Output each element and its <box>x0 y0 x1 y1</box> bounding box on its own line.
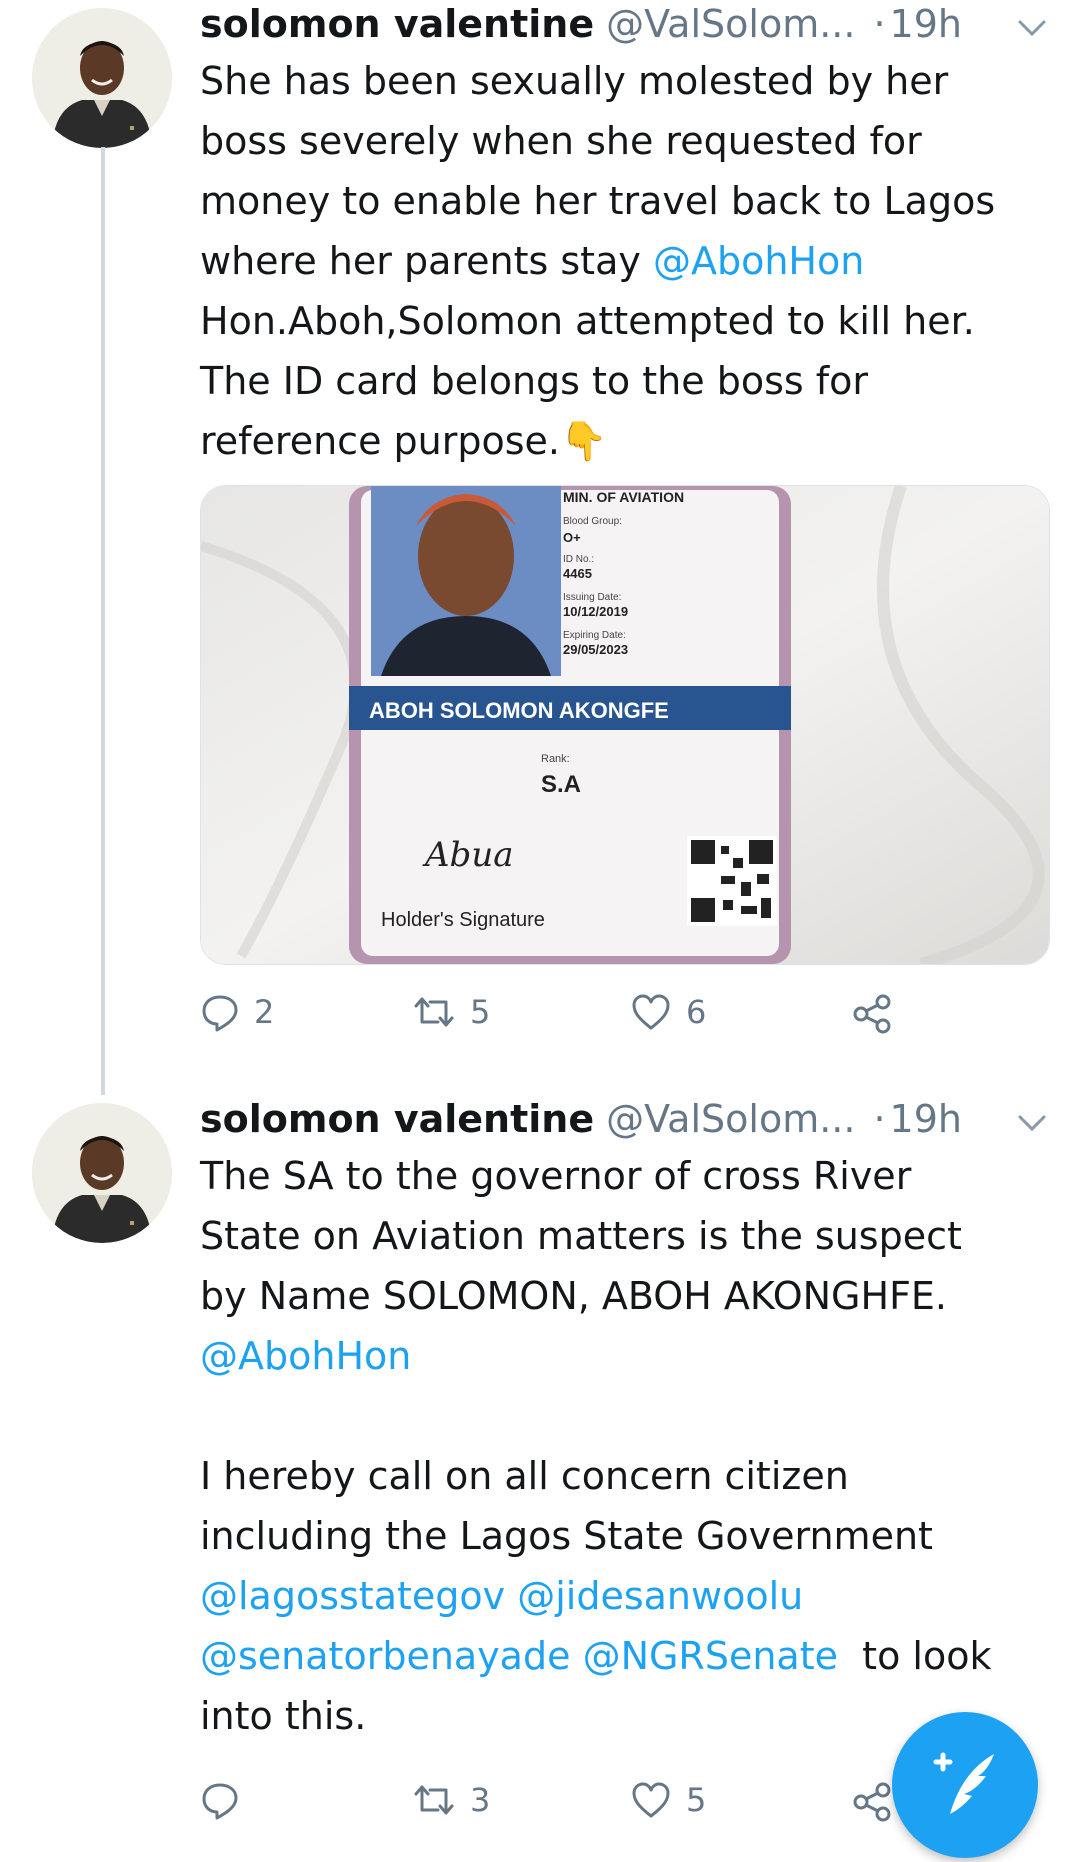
text-line: @senatorbenayade @NGRSenate to look <box>200 1626 1050 1686</box>
text-line: including the Lagos State Government <box>200 1514 933 1558</box>
chevron-down-icon[interactable] <box>1014 8 1050 38</box>
like-button[interactable]: 5 <box>630 1780 706 1820</box>
mention-link[interactable]: @jidesanwoolu <box>517 1574 803 1618</box>
id-card-blood-label: Blood Group: <box>563 516 622 527</box>
text-segment: where her parents stay <box>200 239 641 283</box>
pointing-down-emoji: 👇 <box>559 419 608 463</box>
retweet-count: 3 <box>470 1781 491 1819</box>
id-card-issuing-label: Issuing Date: <box>563 592 621 603</box>
retweet-button[interactable]: 5 <box>412 992 490 1032</box>
share-button[interactable] <box>850 992 894 1036</box>
tweet-actions: 2 5 6 <box>200 992 920 1042</box>
mention-link[interactable]: @senatorbenayade <box>200 1634 570 1678</box>
text-line: I hereby call on all concern citizen <box>200 1454 849 1498</box>
timestamp[interactable]: 19h <box>890 1097 962 1141</box>
thread-connector-line <box>101 147 105 1095</box>
like-button[interactable]: 6 <box>630 992 706 1032</box>
id-card-signature: Abua <box>422 835 514 875</box>
id-card-id-number: 4465 <box>563 566 592 581</box>
user-handle[interactable]: @ValSolom... <box>606 1097 855 1141</box>
id-card-signature-label: Holder's Signature <box>381 909 545 931</box>
reply-button[interactable] <box>200 1780 254 1820</box>
id-card-id-label: ID No.: <box>563 554 594 565</box>
mention-link[interactable]: @NGRSenate <box>583 1634 838 1678</box>
share-icon <box>853 994 891 1034</box>
id-card-rank-label: Rank: <box>541 753 570 765</box>
avatar[interactable] <box>32 8 172 148</box>
tweet-text: She has been sexually molested by her bo… <box>200 51 1050 471</box>
text-segment: to look <box>862 1634 992 1678</box>
tweet-text: The SA to the governor of cross River St… <box>200 1146 1050 1746</box>
tweet-actions: 3 5 <box>200 1780 920 1830</box>
text-line: @lagosstategov @jidesanwoolu <box>200 1566 1050 1626</box>
display-name[interactable]: solomon valentine <box>200 2 594 46</box>
id-card-blood-group: O+ <box>563 530 581 545</box>
separator-dot: · <box>873 1097 886 1141</box>
display-name[interactable]: solomon valentine <box>200 1097 594 1141</box>
like-count: 6 <box>686 993 707 1031</box>
text-line: by Name SOLOMON, ABOH AKONGHFE. <box>200 1274 948 1318</box>
id-card-ministry: MIN. OF AVIATION <box>563 489 684 505</box>
text-line: The ID card belongs to the boss for <box>200 359 868 403</box>
tweet-header: solomon valentine @ValSolom... · 19h <box>200 0 1050 48</box>
reply-icon <box>202 995 238 1032</box>
retweet-count: 5 <box>470 993 491 1031</box>
mention-link[interactable]: @lagosstategov <box>200 1574 505 1618</box>
tweet-image-id-card[interactable]: MIN. OF AVIATION Blood Group: O+ ID No.:… <box>200 485 1050 965</box>
text-line: State on Aviation matters is the suspect <box>200 1214 962 1258</box>
compose-tweet-button[interactable] <box>892 1712 1038 1858</box>
chevron-down-icon[interactable] <box>1014 1103 1050 1133</box>
avatar[interactable] <box>32 1103 172 1243</box>
id-card-expiring-label: Expiring Date: <box>563 630 626 641</box>
reply-icon <box>202 1783 238 1820</box>
text-line: money to enable her travel back to Lagos <box>200 179 996 223</box>
share-button[interactable] <box>850 1780 894 1824</box>
timestamp[interactable]: 19h <box>890 2 962 46</box>
tweet-1[interactable]: solomon valentine @ValSolom... · 19h She… <box>0 0 1080 1095</box>
text-segment: reference purpose. <box>200 419 560 463</box>
like-icon <box>632 1782 670 1818</box>
text-line: boss severely when she requested for <box>200 119 922 163</box>
id-card-holder-name: ABOH SOLOMON AKONGFE <box>369 698 669 723</box>
retweet-icon <box>414 1785 454 1815</box>
text-line: The SA to the governor of cross River <box>200 1154 912 1198</box>
like-icon <box>632 994 670 1030</box>
tweet-header: solomon valentine @ValSolom... · 19h <box>200 1095 1050 1143</box>
id-card-rank: S.A <box>541 771 581 798</box>
user-handle[interactable]: @ValSolom... <box>606 2 855 46</box>
mention-link[interactable]: @AbohHon <box>200 1334 411 1378</box>
id-card-expiring-date: 29/05/2023 <box>563 642 628 657</box>
compose-tweet-icon <box>933 1752 994 1814</box>
retweet-icon <box>414 997 454 1027</box>
text-line: She has been sexually molested by her <box>200 59 949 103</box>
reply-count: 2 <box>254 993 275 1031</box>
qr-code <box>687 836 777 926</box>
text-line: Hon.Aboh,Solomon attempted to kill her. <box>200 299 975 343</box>
text-line: where her parents stay @AbohHon <box>200 231 1050 291</box>
mention-link[interactable]: @AbohHon <box>653 239 864 283</box>
like-count: 5 <box>686 1781 707 1819</box>
reply-button[interactable]: 2 <box>200 992 274 1032</box>
text-line: reference purpose.👇 <box>200 411 1050 471</box>
share-icon <box>853 1782 891 1822</box>
retweet-button[interactable]: 3 <box>412 1780 490 1820</box>
id-card-issuing-date: 10/12/2019 <box>563 604 628 619</box>
separator-dot: · <box>873 2 886 46</box>
text-line: @AbohHon <box>200 1326 1050 1386</box>
